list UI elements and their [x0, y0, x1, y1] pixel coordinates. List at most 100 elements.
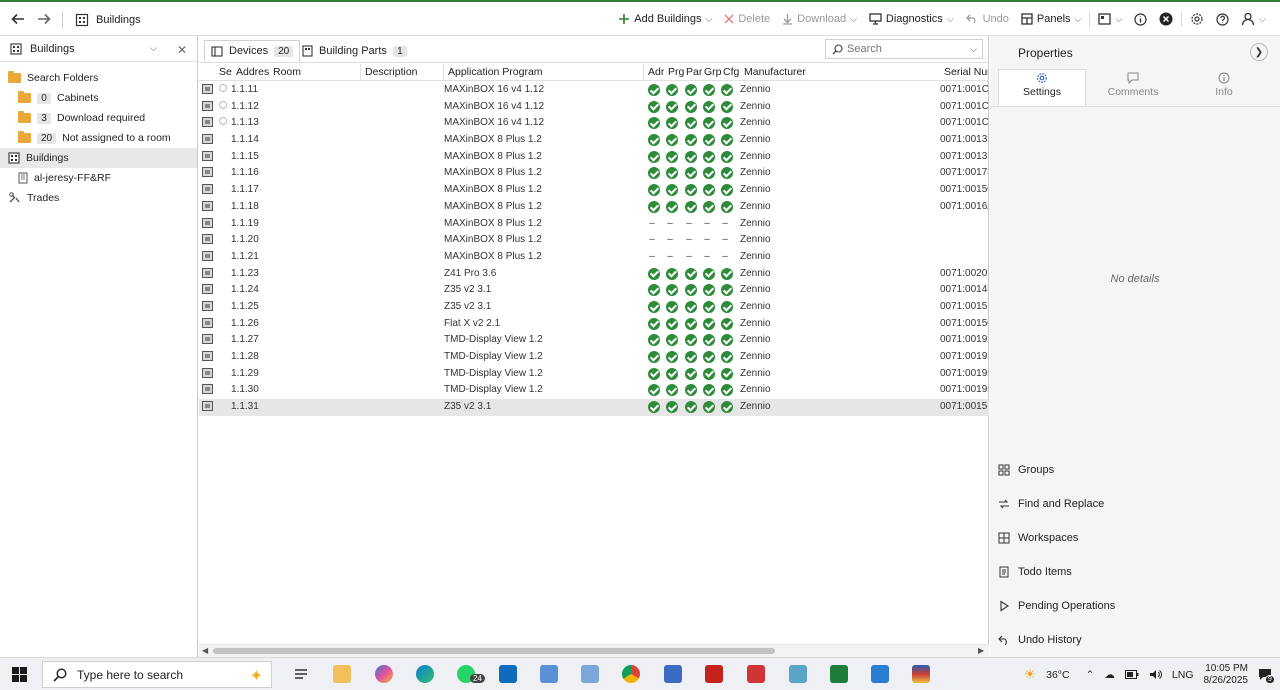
- table-row[interactable]: 1.1.14 MAXinBOX 8 Plus 1.2 Zennio 0071:0013…: [199, 132, 989, 149]
- table-row[interactable]: 1.1.29 TMD-Display View 1.2 Zennio 0071:001…: [199, 366, 989, 383]
- delete-button[interactable]: Delete: [718, 13, 776, 25]
- side-item-find-replace[interactable]: Find and Replace: [998, 494, 1104, 514]
- col-header-par[interactable]: Par: [686, 66, 702, 78]
- table-row[interactable]: 1.1.27 TMD-Display View 1.2 Zennio 0071:001…: [199, 332, 989, 349]
- col-header-se[interactable]: Se: [219, 66, 233, 78]
- table-row[interactable]: 1.1.17 MAXinBOX 8 Plus 1.2 Zennio 0071:0015…: [199, 182, 989, 199]
- table-row[interactable]: 1.1.16 MAXinBOX 8 Plus 1.2 Zennio 0071:0017…: [199, 165, 989, 182]
- table-row[interactable]: 1.1.13 MAXinBOX 16 v4 1.12 Zennio 0071:001C…: [199, 115, 989, 132]
- horizontal-scrollbar[interactable]: ◀ ▶: [199, 644, 989, 657]
- panels-button[interactable]: Panels ⌵: [1015, 13, 1087, 25]
- cloud-icon[interactable]: ☁: [1104, 669, 1115, 681]
- download-button[interactable]: Download ⌵: [776, 13, 863, 25]
- scroll-left-icon[interactable]: ◀: [202, 646, 208, 655]
- col-header-manufacturer[interactable]: Manufacturer: [744, 66, 806, 78]
- col-header-room[interactable]: Room: [273, 66, 301, 78]
- tab-settings[interactable]: Settings: [998, 69, 1086, 107]
- tab-building-parts[interactable]: Building Parts 1: [296, 40, 413, 62]
- help-button[interactable]: [1210, 12, 1235, 26]
- ets-icon[interactable]: [830, 665, 848, 683]
- tree-item-not-assigned[interactable]: 20 Not assigned to a room: [0, 128, 197, 148]
- task-view-icon[interactable]: [292, 665, 310, 683]
- weather-temp[interactable]: 36°C: [1046, 669, 1069, 681]
- tab-comments[interactable]: Comments: [1089, 70, 1177, 106]
- undo-button[interactable]: Undo: [960, 13, 1015, 25]
- column-divider[interactable]: [643, 64, 644, 81]
- column-divider[interactable]: [443, 64, 444, 81]
- acrobat-icon[interactable]: [705, 665, 723, 683]
- scrollbar-thumb[interactable]: [213, 648, 775, 654]
- chevron-down-icon[interactable]: ⌵: [150, 43, 157, 54]
- add-buildings-button[interactable]: Add Buildings ⌵: [612, 13, 718, 25]
- breadcrumb[interactable]: Buildings: [75, 13, 141, 27]
- network-tool-icon[interactable]: [789, 665, 807, 683]
- info-button[interactable]: [1128, 12, 1153, 26]
- account-button[interactable]: ⌵: [1235, 12, 1272, 26]
- search-box[interactable]: ⌵: [825, 39, 983, 59]
- app-icon[interactable]: [581, 665, 599, 683]
- outlook-icon[interactable]: [499, 665, 517, 683]
- tab-devices[interactable]: Devices 20: [204, 40, 301, 62]
- photos-icon[interactable]: [871, 665, 889, 683]
- tab-info[interactable]: Info: [1180, 70, 1268, 106]
- column-divider[interactable]: [360, 64, 361, 81]
- scroll-right-icon[interactable]: ▶: [978, 646, 984, 655]
- table-row[interactable]: 1.1.28 TMD-Display View 1.2 Zennio 0071:001…: [199, 349, 989, 366]
- table-row[interactable]: 1.1.15 MAXinBOX 8 Plus 1.2 Zennio 0071:0013…: [199, 149, 989, 166]
- tree-item-buildings[interactable]: Buildings: [0, 148, 197, 168]
- close-icon[interactable]: ✕: [177, 43, 187, 57]
- tree-item-cabinets[interactable]: 0 Cabinets: [0, 88, 197, 108]
- chevron-down-icon[interactable]: ⌵: [706, 14, 713, 25]
- side-item-workspaces[interactable]: Workspaces: [998, 528, 1078, 548]
- side-item-undo-history[interactable]: Undo History: [998, 630, 1082, 650]
- tree-item-building-child[interactable]: al-jeresy-FF&RF: [0, 168, 197, 188]
- table-row[interactable]: 1.1.26 Flat X v2 2.1 Zennio 0071:00150: [199, 316, 989, 333]
- settings-button[interactable]: [1184, 12, 1210, 26]
- volume-icon[interactable]: [1149, 669, 1162, 680]
- windows-start-icon[interactable]: [12, 667, 27, 682]
- table-row[interactable]: 1.1.20 MAXinBOX 8 Plus 1.2– – – – – Zennio: [199, 232, 989, 249]
- table-row[interactable]: 1.1.31 Z35 v2 3.1 Zennio 0071:0015D: [199, 399, 989, 416]
- side-item-pending-operations[interactable]: Pending Operations: [998, 596, 1115, 616]
- table-row[interactable]: 1.1.11 MAXinBOX 16 v4 1.12 Zennio 0071:001C…: [199, 82, 989, 99]
- chevron-down-icon[interactable]: ⌵: [970, 44, 977, 55]
- calculator-icon[interactable]: [664, 665, 682, 683]
- table-row[interactable]: 1.1.24 Z35 v2 3.1 Zennio 0071:00148: [199, 282, 989, 299]
- notification-icon[interactable]: 9: [1258, 668, 1275, 684]
- back-arrow-icon[interactable]: [10, 11, 26, 27]
- app-icon[interactable]: [912, 665, 930, 683]
- table-row[interactable]: 1.1.30 TMD-Display View 1.2 Zennio 0071:001…: [199, 382, 989, 399]
- col-header-description[interactable]: Description: [365, 66, 418, 78]
- table-row[interactable]: 1.1.25 Z35 v2 3.1 Zennio 0071:0015D: [199, 299, 989, 316]
- table-row[interactable]: 1.1.12 MAXinBOX 16 v4 1.12 Zennio 0071:001C…: [199, 99, 989, 116]
- pdf-app-icon[interactable]: [747, 665, 765, 683]
- clock[interactable]: 10:05 PM 8/26/2025: [1204, 663, 1249, 687]
- notepad-icon[interactable]: [540, 665, 558, 683]
- table-row[interactable]: 1.1.23 Z41 Pro 3.6 Zennio 0071:00201: [199, 266, 989, 283]
- table-row[interactable]: 1.1.21 MAXinBOX 8 Plus 1.2– – – – – Zennio: [199, 249, 989, 266]
- edge-browser-icon[interactable]: [416, 665, 434, 683]
- col-header-cfg[interactable]: Cfg: [723, 66, 739, 78]
- col-header-address[interactable]: Addres: [236, 66, 272, 78]
- col-header-app-program[interactable]: Application Program: [448, 66, 543, 78]
- taskbar-search[interactable]: Type here to search ✦: [42, 661, 272, 688]
- search-input[interactable]: [847, 43, 957, 55]
- chrome-icon[interactable]: [622, 665, 640, 683]
- tree-item-download-required[interactable]: 3 Download required: [0, 108, 197, 128]
- chevron-right-icon[interactable]: ❯: [1250, 43, 1268, 61]
- language-indicator[interactable]: LNG: [1172, 669, 1194, 681]
- chevron-up-icon[interactable]: ⌃: [1086, 669, 1095, 681]
- col-header-grp[interactable]: Grp: [704, 66, 722, 78]
- copilot-icon[interactable]: [375, 665, 393, 683]
- battery-icon[interactable]: [1124, 670, 1139, 679]
- close-project-button[interactable]: [1153, 12, 1179, 26]
- chevron-down-icon[interactable]: ⌵: [850, 14, 857, 25]
- file-explorer-icon[interactable]: [333, 665, 351, 683]
- side-item-groups[interactable]: Groups: [998, 460, 1054, 480]
- col-header-prg[interactable]: Prg: [668, 66, 684, 78]
- table-row[interactable]: 1.1.18 MAXinBOX 8 Plus 1.2 Zennio 0071:0016…: [199, 199, 989, 216]
- layout-menu-button[interactable]: ⌵: [1092, 13, 1128, 25]
- side-item-todo[interactable]: Todo Items: [998, 562, 1072, 582]
- col-header-adr[interactable]: Adr: [648, 66, 664, 78]
- col-header-serial[interactable]: Serial Num: [944, 66, 988, 78]
